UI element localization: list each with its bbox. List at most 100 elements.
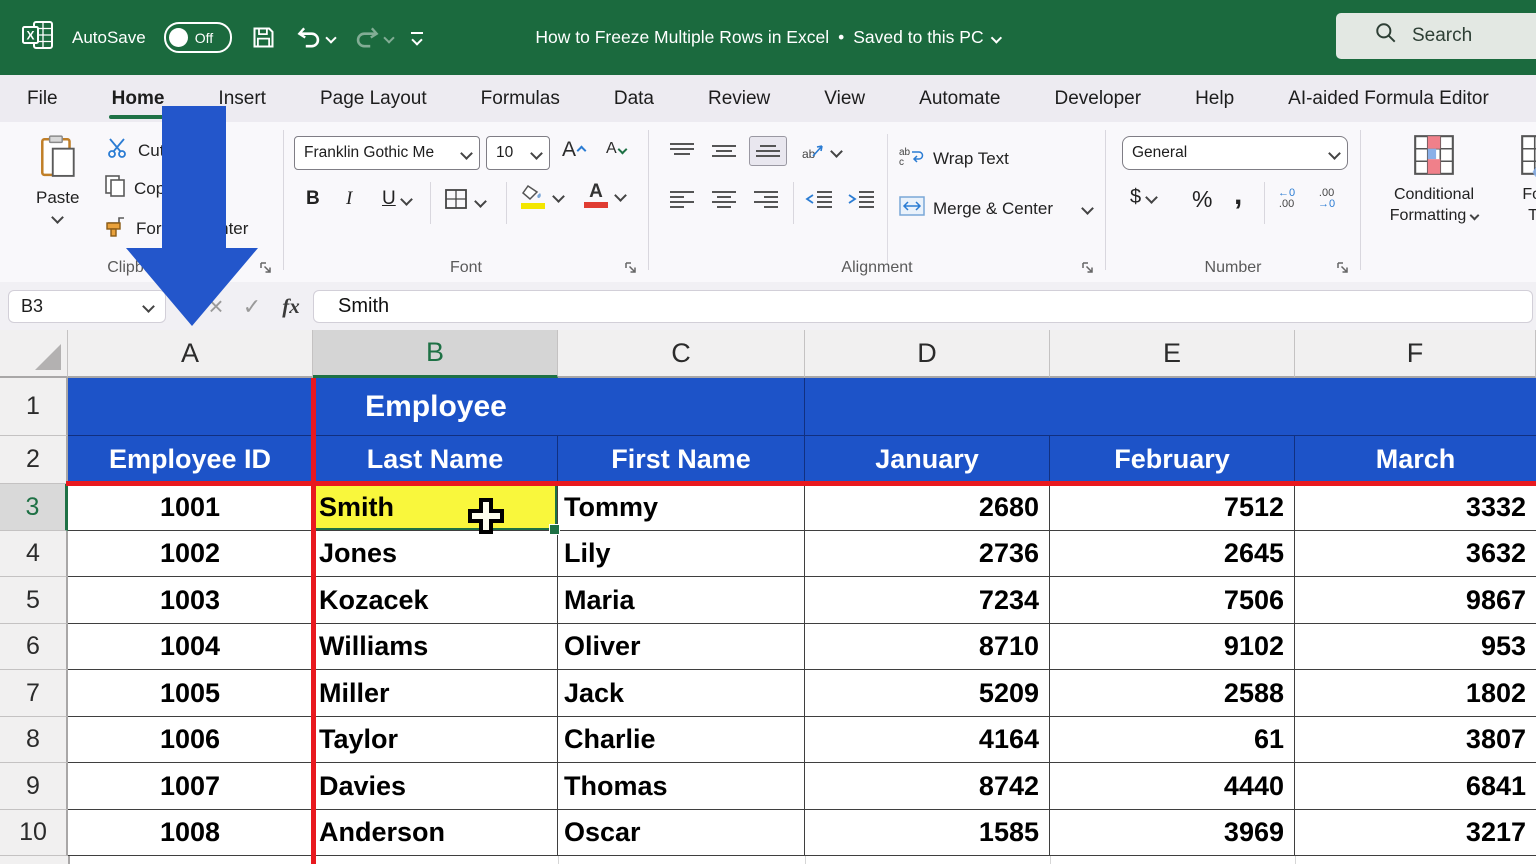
tab-view[interactable]: View	[797, 75, 892, 122]
cell-B7[interactable]: Miller	[313, 670, 558, 717]
column-header-E[interactable]: E	[1050, 330, 1295, 378]
bold-button[interactable]: B	[306, 188, 320, 210]
tab-formulas[interactable]: Formulas	[454, 75, 587, 122]
font-name-select[interactable]: Franklin Gothic Me	[294, 136, 480, 170]
number-format-select[interactable]: General	[1122, 136, 1348, 170]
cell-D10[interactable]: 1585	[805, 810, 1050, 856]
number-dialog-launcher[interactable]	[1336, 261, 1350, 275]
saved-status[interactable]: Saved to this PC	[853, 27, 983, 48]
paste-dropdown-icon[interactable]	[51, 211, 64, 224]
cell-D7[interactable]: 5209	[805, 670, 1050, 717]
row-header-3[interactable]: 3	[0, 484, 68, 531]
shrink-font-button[interactable]: A	[606, 140, 626, 158]
alignment-dialog-launcher[interactable]	[1081, 261, 1095, 275]
fill-color-button[interactable]	[520, 184, 563, 209]
cell-D9[interactable]: 8742	[805, 763, 1050, 810]
orientation-button[interactable]: ab	[801, 140, 841, 162]
autosave-toggle[interactable]: Off	[164, 22, 232, 53]
cell-D6[interactable]: 8710	[805, 624, 1050, 670]
undo-dropdown-icon[interactable]	[325, 32, 336, 43]
cell-E5[interactable]: 7506	[1050, 577, 1295, 624]
underline-dropdown-icon[interactable]	[400, 193, 413, 206]
tab-home[interactable]: Home	[85, 75, 192, 122]
cell-F10[interactable]: 3217	[1295, 810, 1536, 856]
cell-B10[interactable]: Anderson	[313, 810, 558, 856]
row-header-1[interactable]: 1	[0, 378, 68, 436]
borders-button[interactable]	[444, 188, 485, 215]
cell-F2[interactable]: March	[1295, 436, 1536, 484]
cell-E10[interactable]: 3969	[1050, 810, 1295, 856]
conditional-formatting-button[interactable]: Conditional Formatting	[1369, 132, 1499, 226]
cell-F6[interactable]: 953	[1295, 624, 1536, 670]
cell-A5[interactable]: 1003	[68, 577, 313, 624]
wrap-text-button[interactable]: abc Wrap Text	[899, 146, 1009, 171]
cell-C10[interactable]: Oscar	[558, 810, 805, 856]
row-header-8[interactable]: 8	[0, 717, 68, 763]
cell-C5[interactable]: Maria	[558, 577, 805, 624]
formula-input[interactable]: Smith	[313, 290, 1533, 323]
cell-F5[interactable]: 9867	[1295, 577, 1536, 624]
cell-E3[interactable]: 7512	[1050, 484, 1295, 531]
cell-C11[interactable]	[559, 856, 806, 864]
cell-A1-merged-title[interactable]: Employee	[68, 378, 805, 436]
cancel-icon[interactable]: ×	[200, 290, 232, 323]
decrease-indent-button[interactable]	[805, 190, 833, 208]
align-bottom-button[interactable]	[749, 136, 787, 166]
cell-A8[interactable]: 1006	[68, 717, 313, 763]
increase-decimal-button[interactable]: ←0 .00	[1278, 188, 1295, 210]
tab-data[interactable]: Data	[587, 75, 681, 122]
cell-B6[interactable]: Williams	[313, 624, 558, 670]
format-painter-button[interactable]: Format Painter	[104, 214, 248, 243]
tab-developer[interactable]: Developer	[1027, 75, 1168, 122]
grow-font-button[interactable]: A	[562, 138, 585, 162]
cell-D11[interactable]	[806, 856, 1051, 864]
cell-C2[interactable]: First Name	[558, 436, 805, 484]
tab-automate[interactable]: Automate	[892, 75, 1027, 122]
enter-icon[interactable]: ✓	[236, 290, 268, 323]
cell-A10[interactable]: 1008	[68, 810, 313, 856]
cell-E4[interactable]: 2645	[1050, 531, 1295, 577]
decrease-decimal-button[interactable]: .00 →0	[1318, 188, 1335, 210]
cell-E2[interactable]: February	[1050, 436, 1295, 484]
tab-file[interactable]: File	[0, 75, 85, 122]
name-box[interactable]: B3	[8, 290, 166, 323]
cell-A11[interactable]	[70, 856, 315, 864]
tab-page-layout[interactable]: Page Layout	[293, 75, 454, 122]
fill-color-dropdown-icon[interactable]	[552, 190, 565, 203]
column-header-C[interactable]: C	[558, 330, 805, 378]
row-header-4[interactable]: 4	[0, 531, 68, 577]
increase-indent-button[interactable]	[847, 190, 875, 208]
align-left-button[interactable]	[669, 190, 695, 208]
align-top-button[interactable]	[669, 142, 695, 160]
merge-center-dropdown-icon[interactable]	[1081, 202, 1094, 215]
cell-B11[interactable]	[315, 856, 560, 864]
clipboard-dialog-launcher[interactable]	[259, 261, 273, 275]
currency-format-button[interactable]: $	[1130, 186, 1156, 209]
cut-button[interactable]: Cut	[106, 136, 164, 165]
cell-A4[interactable]: 1002	[68, 531, 313, 577]
tab-insert[interactable]: Insert	[191, 75, 293, 122]
underline-button[interactable]: U	[382, 188, 411, 210]
cell-A2[interactable]: Employee ID	[68, 436, 313, 484]
cell-F4[interactable]: 3632	[1295, 531, 1536, 577]
cell-D3[interactable]: 2680	[805, 484, 1050, 531]
borders-dropdown-icon[interactable]	[474, 195, 487, 208]
row-header-9[interactable]: 9	[0, 763, 68, 810]
row-header-6[interactable]: 6	[0, 624, 68, 670]
fill-handle[interactable]	[549, 524, 560, 535]
cell-F8[interactable]: 3807	[1295, 717, 1536, 763]
search-box[interactable]: Search	[1336, 13, 1536, 59]
cell-F7[interactable]: 1802	[1295, 670, 1536, 717]
cell-E6[interactable]: 9102	[1050, 624, 1295, 670]
cell-D2[interactable]: January	[805, 436, 1050, 484]
copy-button[interactable]: Copy	[104, 174, 174, 203]
undo-button[interactable]	[295, 25, 335, 51]
merge-center-button[interactable]: Merge & Center	[899, 196, 1092, 221]
cell-A7[interactable]: 1005	[68, 670, 313, 717]
cell-C7[interactable]: Jack	[558, 670, 805, 717]
cell-C3[interactable]: Tommy	[558, 484, 805, 531]
column-header-F[interactable]: F	[1295, 330, 1536, 378]
align-right-button[interactable]	[753, 190, 779, 208]
cell-F11[interactable]	[1296, 856, 1536, 864]
cell-D4[interactable]: 2736	[805, 531, 1050, 577]
